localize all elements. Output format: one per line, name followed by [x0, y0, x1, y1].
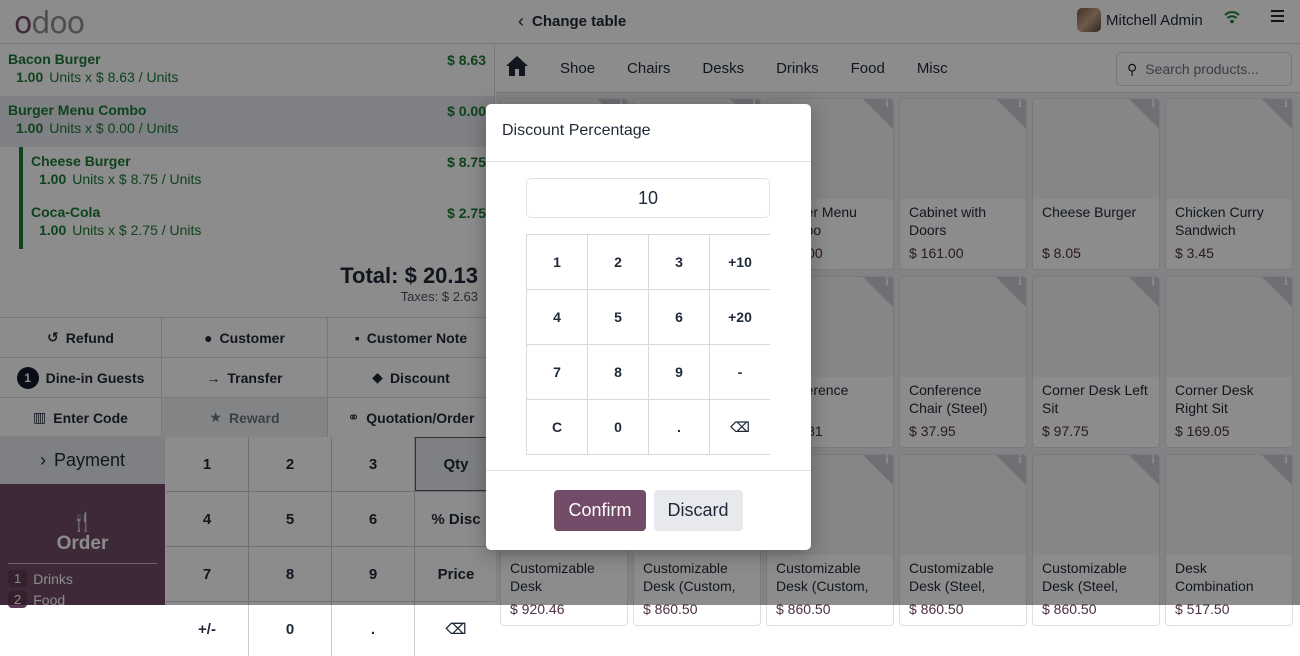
dialog-numpad-key[interactable]: -	[710, 345, 770, 399]
dialog-numpad-key[interactable]: 1	[527, 235, 587, 289]
numpad-key[interactable]: .	[332, 602, 414, 656]
dialog-numpad-key[interactable]: C	[527, 400, 587, 454]
dialog-numpad-key[interactable]: 4	[527, 290, 587, 344]
dialog-numpad-key[interactable]: +20	[710, 290, 770, 344]
discard-button[interactable]: Discard	[653, 490, 743, 531]
dialog-numpad: 1 2 3 +10 4 5 6 +20 7 8 9- C 0. ⌫	[526, 234, 770, 455]
discount-value-input[interactable]: 10	[526, 178, 770, 218]
dialog-footer: Confirm Discard	[486, 470, 811, 550]
dialog-numpad-key[interactable]: .	[649, 400, 709, 454]
discount-percentage-dialog: Discount Percentage 10 1 2 3 +10 4 5 6 +20 7 8 9- C…	[486, 104, 811, 550]
dialog-numpad-key[interactable]: 3	[649, 235, 709, 289]
dialog-numpad-key[interactable]: 2	[588, 235, 648, 289]
dialog-numpad-key[interactable]: 7	[527, 345, 587, 399]
dialog-numpad-key[interactable]: 5	[588, 290, 648, 344]
dialog-numpad-key[interactable]: 9	[649, 345, 709, 399]
dialog-numpad-key[interactable]: 0	[588, 400, 648, 454]
dialog-title: Discount Percentage	[486, 104, 811, 162]
dialog-numpad-key[interactable]: +10	[710, 235, 770, 289]
dialog-numpad-key[interactable]: 6	[649, 290, 709, 344]
numpad-key[interactable]: ⌫	[415, 602, 497, 656]
confirm-button[interactable]: Confirm	[554, 490, 646, 531]
dialog-numpad-key[interactable]: ⌫	[710, 400, 770, 454]
pos-app: odoo ‹ Change table Mitchell Admin Bacon…	[0, 0, 1300, 656]
numpad-key[interactable]: +/-	[166, 602, 248, 656]
numpad-key[interactable]: 0	[249, 602, 331, 656]
dialog-numpad-key[interactable]: 8	[588, 345, 648, 399]
